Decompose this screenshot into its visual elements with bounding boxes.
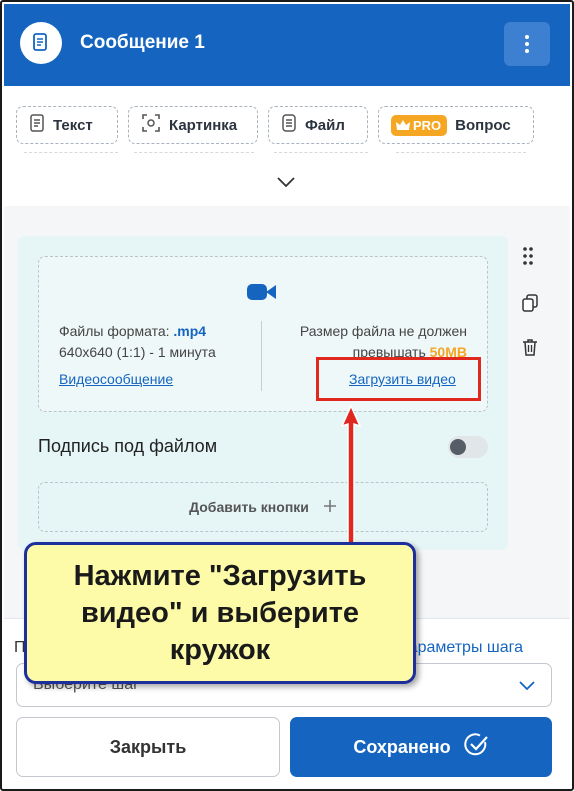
copy-icon[interactable] <box>522 294 538 317</box>
page-title: Сообщение 1 <box>80 32 205 53</box>
header-bar: Сообщение 1 <box>4 4 570 86</box>
close-button-label: Закрыть <box>109 736 187 757</box>
video-upload-box: Файлы формата: .mp4 640x640 (1:1) - 1 ми… <box>38 256 488 412</box>
format-dims: 640x640 (1:1) - 1 минута <box>59 344 216 360</box>
caption-label: Подпись под файлом <box>38 436 218 456</box>
kebab-menu-icon[interactable] <box>504 22 550 66</box>
crown-icon <box>396 119 410 130</box>
content-type-toolbar: Текст Картинка Файл PRO Вопрос <box>4 86 570 206</box>
divider <box>261 321 262 391</box>
close-button[interactable]: Закрыть <box>16 717 280 777</box>
toolbar-overflow-row <box>24 152 118 156</box>
pro-badge-text: PRO <box>413 117 442 133</box>
add-question-label: Вопрос <box>455 116 511 134</box>
add-image-button[interactable]: Картинка <box>128 106 258 144</box>
drag-handle-icon[interactable] <box>522 246 534 271</box>
plus-icon <box>323 499 337 516</box>
document-icon <box>20 22 62 64</box>
step-params-link[interactable]: параметры шага <box>400 639 523 657</box>
chevron-down-icon <box>519 678 535 696</box>
callout-text: Нажмите "Загрузить видео" и выберите кру… <box>73 559 367 666</box>
format-prefix: Файлы формата: <box>59 323 174 339</box>
toggle-knob <box>450 439 466 455</box>
annotation-arrow <box>340 404 362 547</box>
check-circle-icon <box>463 732 489 763</box>
video-message-link[interactable]: Видеосообщение <box>59 371 173 387</box>
trash-icon[interactable] <box>522 338 538 361</box>
toolbar-overflow-row <box>274 152 368 156</box>
app-frame: Сообщение 1 Текст Картинка Файл PRO Вопр… <box>0 0 574 791</box>
format-info: Файлы формата: .mp4 640x640 (1:1) - 1 ми… <box>59 321 216 363</box>
pro-badge: PRO <box>391 114 448 136</box>
video-camera-icon <box>247 281 277 308</box>
message-card: Файлы формата: .mp4 640x640 (1:1) - 1 ми… <box>18 236 508 550</box>
text-doc-icon <box>29 114 45 136</box>
add-text-button[interactable]: Текст <box>16 106 118 144</box>
caption-toggle[interactable] <box>448 436 488 458</box>
add-question-button[interactable]: PRO Вопрос <box>378 106 534 144</box>
chevron-down-icon[interactable] <box>274 174 298 190</box>
add-text-label: Текст <box>53 116 93 134</box>
size-line1: Размер файла не должен <box>299 323 467 339</box>
file-icon <box>281 114 297 136</box>
format-value: .mp4 <box>173 323 207 339</box>
add-image-label: Картинка <box>169 116 238 134</box>
image-scan-icon <box>141 113 161 137</box>
toolbar-overflow-row <box>396 152 526 156</box>
add-file-button[interactable]: Файл <box>268 106 368 144</box>
add-buttons-label: Добавить кнопки <box>189 499 309 515</box>
highlight-box <box>316 357 481 401</box>
save-button[interactable]: Сохранено <box>290 717 552 777</box>
add-buttons-button[interactable]: Добавить кнопки <box>38 482 488 532</box>
toolbar-overflow-row <box>134 152 254 156</box>
save-button-label: Сохранено <box>353 736 451 757</box>
add-file-label: Файл <box>305 116 345 134</box>
instruction-callout: Нажмите "Загрузить видео" и выберите кру… <box>24 542 416 684</box>
